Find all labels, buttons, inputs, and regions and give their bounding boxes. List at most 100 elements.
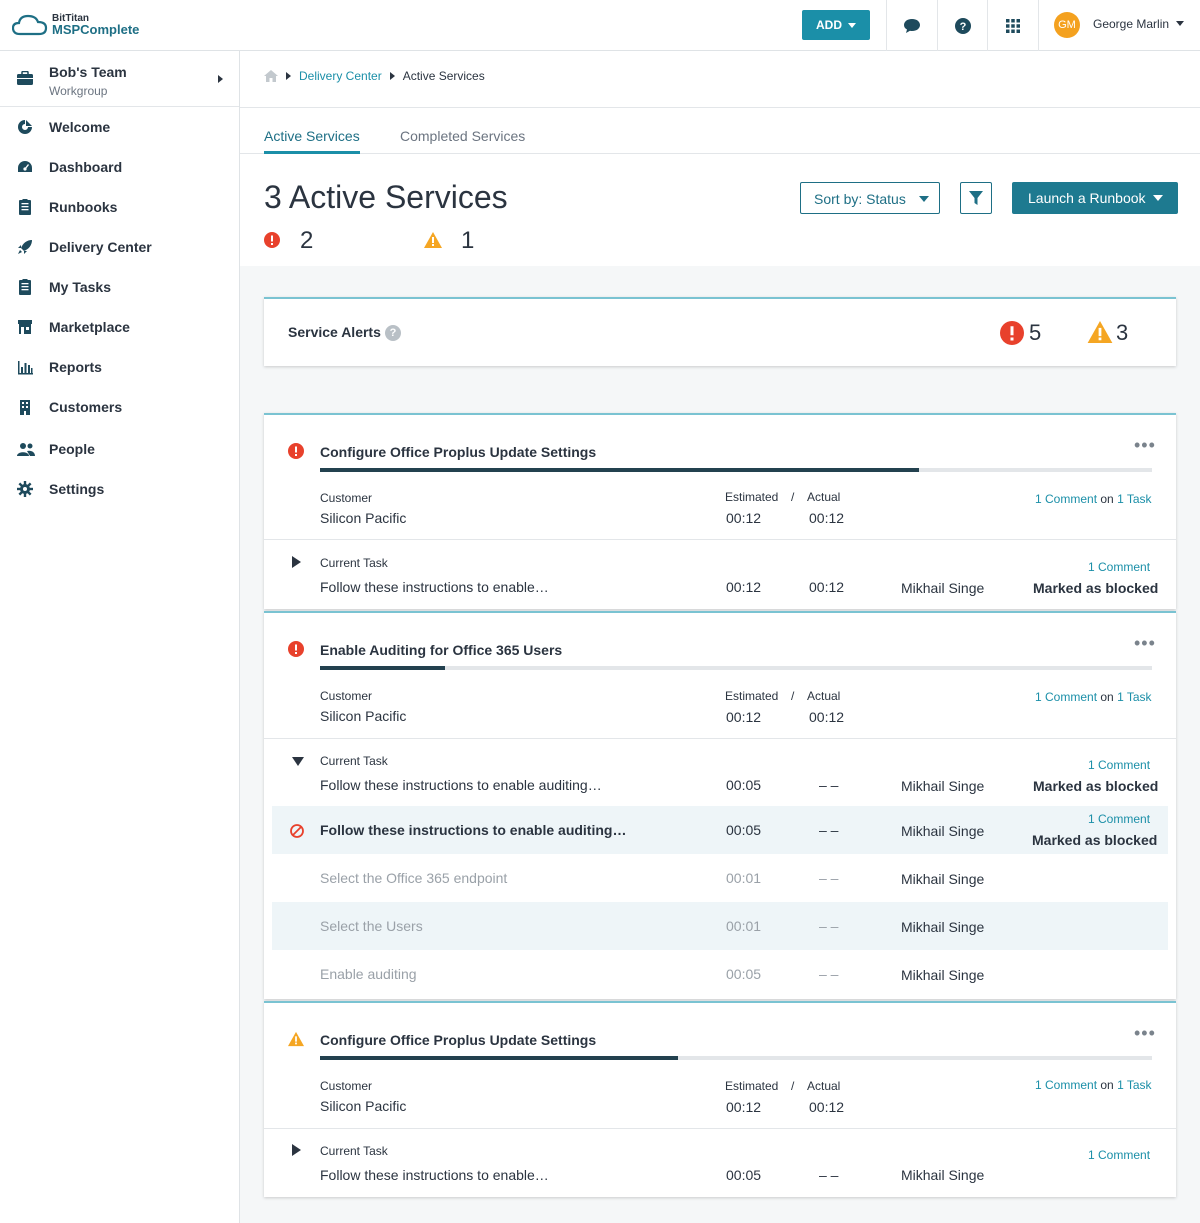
task-comment-link[interactable]: 1 Comment — [1088, 560, 1150, 574]
task-link[interactable]: 1 Task — [1117, 1078, 1151, 1092]
comment-summary: 1 Comment on 1 Task — [1035, 690, 1152, 704]
estimated-value: 00:12 — [726, 709, 762, 725]
tab-active-services[interactable]: Active Services — [264, 128, 360, 154]
launch-runbook-button[interactable]: Launch a Runbook — [1012, 182, 1178, 214]
sidebar-item-marketplace[interactable]: Marketplace — [0, 307, 239, 347]
chevron-down-icon — [1176, 21, 1184, 26]
task-name[interactable]: Follow these instructions to enable… — [320, 1167, 549, 1183]
actual-label: Actual — [807, 1079, 841, 1093]
help-button[interactable]: ? — [937, 0, 988, 51]
comment-link[interactable]: 1 Comment — [1035, 1078, 1097, 1092]
subtask-estimated: 00:05 — [726, 822, 762, 838]
task-status: Marked as blocked — [1033, 580, 1159, 596]
subtask-assignee: Mikhail Singe — [901, 967, 985, 983]
tab-bar: Active Services Completed Services — [240, 107, 1200, 154]
sidebar-item-reports[interactable]: Reports — [0, 347, 239, 387]
alert-error-count: 5 — [1029, 320, 1042, 345]
subtask-actual: – – — [819, 870, 839, 886]
service-title[interactable]: Enable Auditing for Office 365 Users — [320, 642, 562, 658]
main-content: Delivery Center Active Services Active S… — [240, 51, 1200, 1223]
help-icon[interactable]: ? — [385, 325, 401, 341]
more-options-icon[interactable]: ••• — [1134, 634, 1156, 652]
breadcrumb-link-delivery-center[interactable]: Delivery Center — [299, 69, 382, 83]
error-icon — [288, 641, 304, 657]
bar-chart-icon — [18, 361, 33, 375]
task-comment-link[interactable]: 1 Comment — [1088, 758, 1150, 772]
sidebar-item-settings[interactable]: Settings — [0, 469, 239, 509]
add-button[interactable]: ADD — [802, 10, 870, 40]
progress-fill — [320, 468, 920, 472]
subtask-name[interactable]: Select the Office 365 endpoint — [320, 870, 507, 886]
warning-icon — [424, 232, 442, 248]
subtask-comment-link[interactable]: 1 Comment — [1088, 812, 1150, 826]
expand-caret-icon[interactable] — [292, 556, 301, 568]
expand-caret-icon[interactable] — [292, 1144, 301, 1156]
filter-button[interactable] — [960, 182, 992, 214]
welcome-icon — [18, 120, 32, 134]
sidebar-item-label: Reports — [49, 359, 102, 375]
apps-button[interactable] — [987, 0, 1038, 51]
svg-text:?: ? — [960, 21, 967, 33]
error-icon — [264, 232, 280, 248]
home-icon[interactable] — [264, 70, 278, 82]
sidebar-item-customers[interactable]: Customers — [0, 387, 239, 427]
tasks-icon — [19, 279, 31, 295]
comment-link[interactable]: 1 Comment — [1035, 690, 1097, 704]
chevron-right-icon — [389, 72, 395, 80]
chevron-down-icon — [848, 22, 856, 28]
user-menu[interactable]: GM George Marlin — [1038, 0, 1200, 51]
task-assignee: Mikhail Singe — [901, 778, 985, 794]
service-title[interactable]: Configure Office Proplus Update Settings — [320, 1032, 596, 1048]
task-name[interactable]: Follow these instructions to enable audi… — [320, 777, 602, 793]
subtask-name[interactable]: Follow these instructions to enable audi… — [320, 822, 626, 838]
runbooks-icon — [19, 199, 31, 215]
subtask-row[interactable]: Select the Office 365 endpoint 00:01 – –… — [272, 854, 1168, 902]
team-switcher[interactable]: Bob's Team Workgroup — [0, 51, 239, 107]
sort-dropdown[interactable]: Sort by: Status — [800, 182, 940, 214]
task-name[interactable]: Follow these instructions to enable… — [320, 579, 549, 595]
progress-fill — [320, 1056, 678, 1060]
actual-label: Actual — [807, 490, 841, 504]
chevron-right-icon — [218, 75, 223, 83]
chevron-down-icon — [1153, 195, 1163, 201]
task-assignee: Mikhail Singe — [901, 580, 985, 596]
task-comment-link[interactable]: 1 Comment — [1088, 1148, 1150, 1162]
subtask-row[interactable]: Select the Users 00:01 – – Mikhail Singe — [272, 902, 1168, 950]
collapse-caret-icon[interactable] — [292, 757, 304, 766]
sidebar-item-dashboard[interactable]: Dashboard — [0, 147, 239, 187]
sidebar-item-welcome[interactable]: Welcome — [0, 107, 239, 147]
subtask-name[interactable]: Enable auditing — [320, 966, 417, 982]
sidebar-item-label: Welcome — [49, 119, 111, 135]
subtask-name[interactable]: Select the Users — [320, 918, 423, 934]
service-card: Configure Office Proplus Update Settings… — [264, 413, 1176, 609]
current-task-label: Current Task — [320, 556, 388, 570]
chat-button[interactable] — [886, 0, 937, 51]
more-options-icon[interactable]: ••• — [1134, 436, 1156, 454]
error-icon — [288, 443, 304, 459]
separator-slash: / — [791, 689, 795, 703]
customer-label: Customer — [320, 689, 373, 703]
apps-grid-icon — [1006, 18, 1020, 33]
more-options-icon[interactable]: ••• — [1134, 1024, 1156, 1042]
comment-link[interactable]: 1 Comment — [1035, 492, 1097, 506]
sidebar-item-delivery-center[interactable]: Delivery Center — [0, 227, 239, 267]
breadcrumb: Delivery Center Active Services — [264, 69, 485, 83]
service-progress-bar — [320, 666, 1152, 670]
task-link[interactable]: 1 Task — [1117, 690, 1151, 704]
logo[interactable]: BitTitan MSPComplete — [12, 12, 142, 40]
subtask-row[interactable]: Follow these instructions to enable audi… — [272, 806, 1168, 854]
progress-fill — [320, 666, 445, 670]
sidebar-item-people[interactable]: People — [0, 429, 239, 469]
task-link[interactable]: 1 Task — [1117, 492, 1151, 506]
tab-completed-services[interactable]: Completed Services — [400, 128, 525, 144]
service-title[interactable]: Configure Office Proplus Update Settings — [320, 444, 596, 460]
task-estimated: 00:12 — [726, 579, 762, 595]
user-name: George Marlin — [1093, 17, 1170, 31]
subtask-actual: – – — [819, 822, 839, 838]
divider — [264, 539, 1176, 540]
subtask-row[interactable]: Enable auditing 00:05 – – Mikhail Singe — [272, 950, 1168, 998]
error-count: 2 — [300, 227, 314, 254]
sidebar-item-my-tasks[interactable]: My Tasks — [0, 267, 239, 307]
sidebar-item-runbooks[interactable]: Runbooks — [0, 187, 239, 227]
separator-slash: / — [791, 490, 795, 504]
